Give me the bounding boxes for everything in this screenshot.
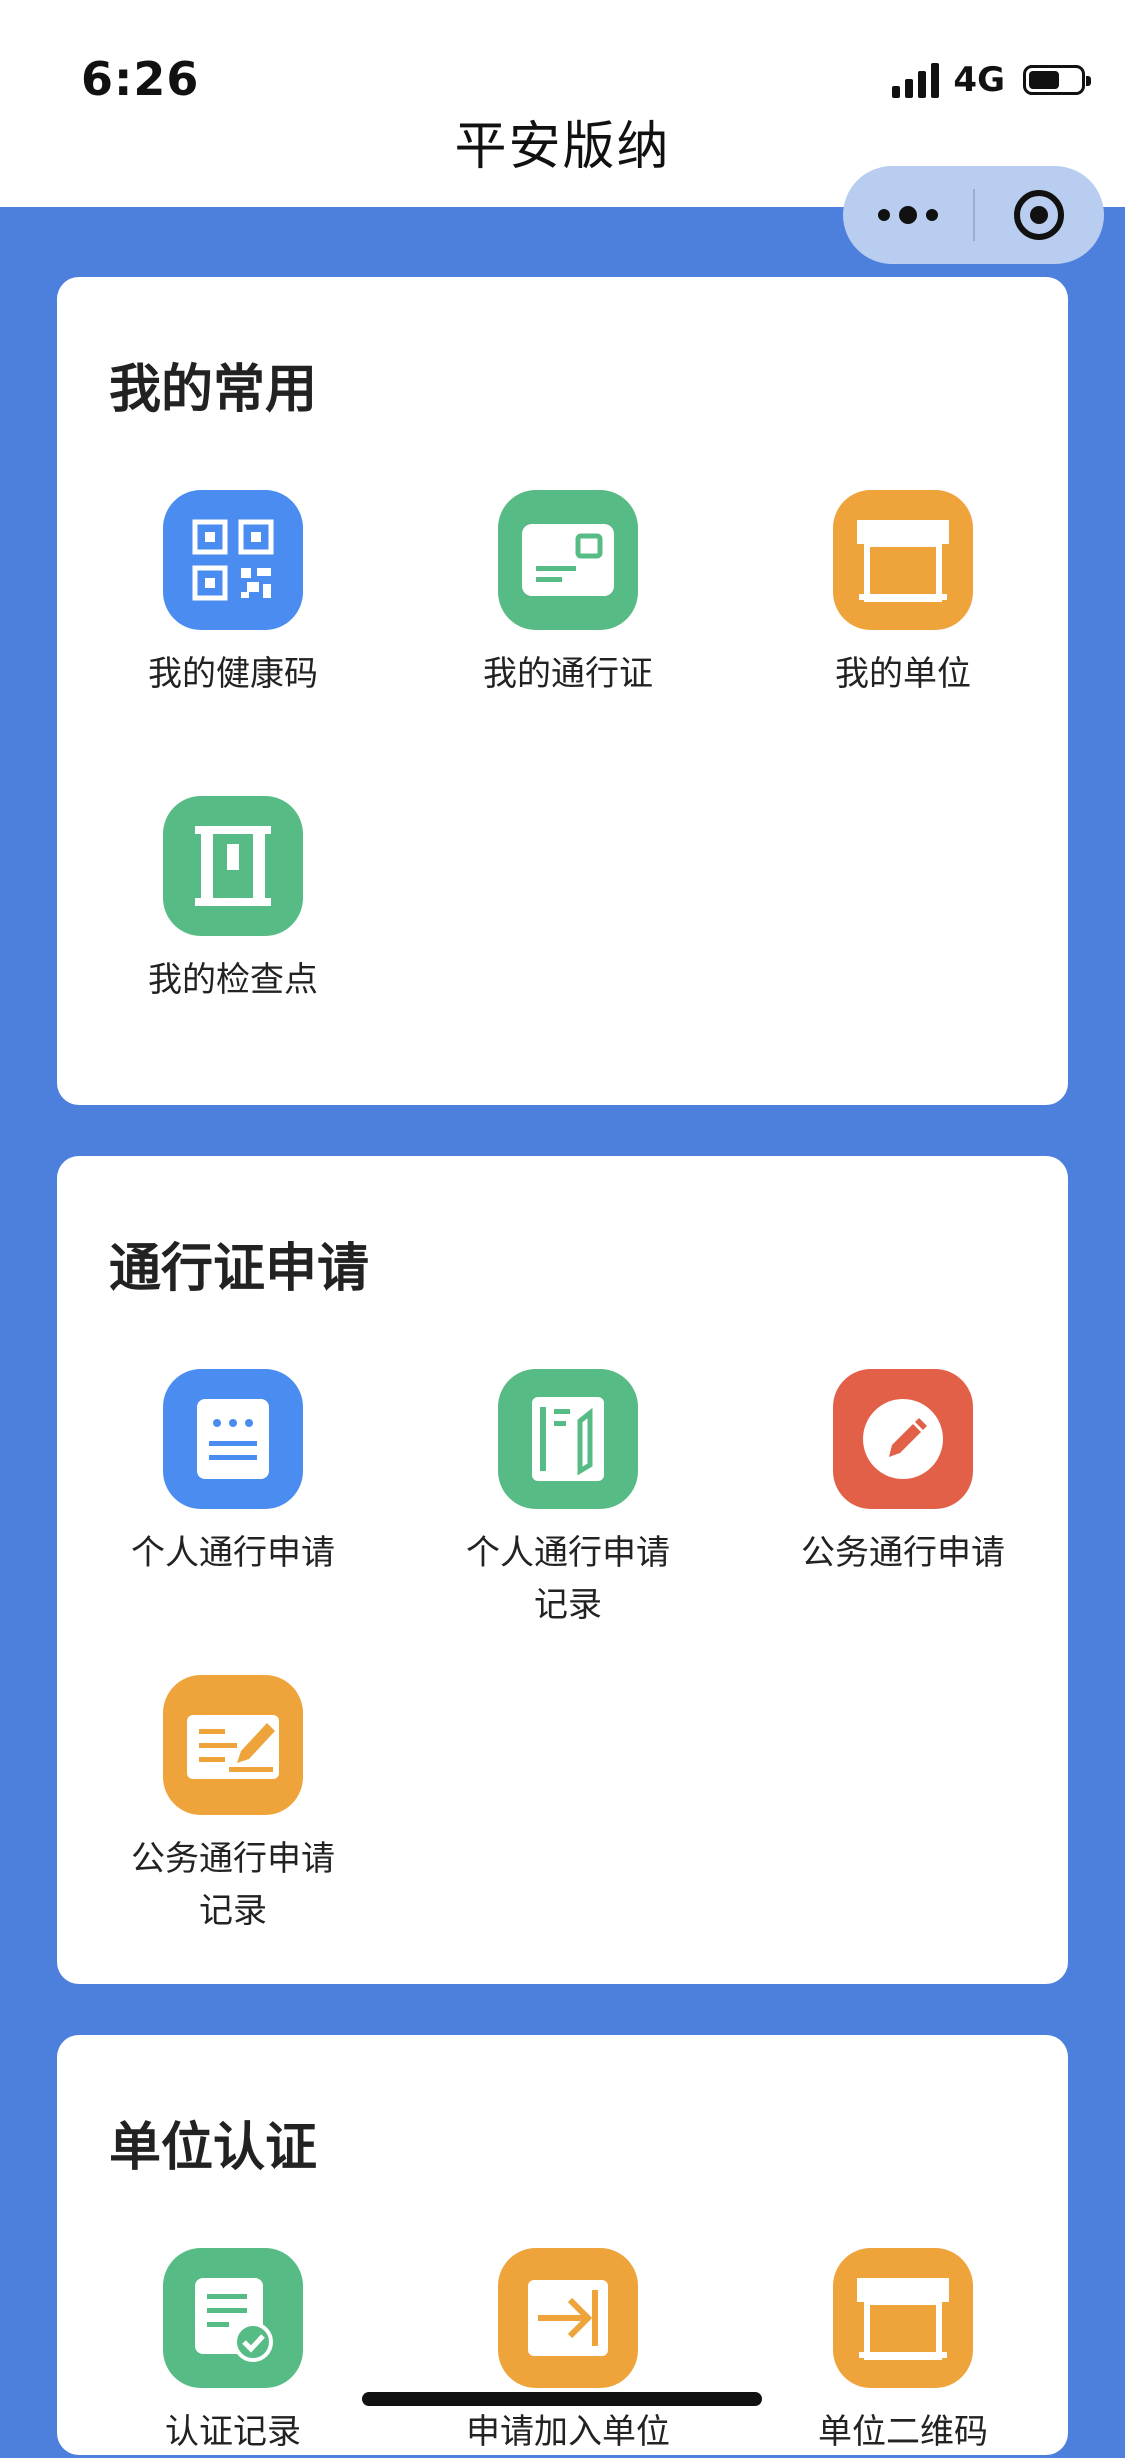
section-title: 通行证申请 xyxy=(109,1239,370,1299)
home-indicator xyxy=(362,2392,762,2406)
item-apply-join-unit[interactable]: 申请加入单位 xyxy=(418,2248,718,2458)
status-time: 6:26 xyxy=(81,52,200,106)
verified-record-icon xyxy=(163,2248,303,2388)
item-unit-qr-code[interactable]: 单位二维码 xyxy=(753,2248,1053,2458)
more-options-button[interactable] xyxy=(843,166,973,264)
item-my-unit[interactable]: 我的单位 xyxy=(753,490,1053,700)
section-card-pass-application: 通行证申请 个人通行申请 个人通行申请 记录 公务通行申请 公务通行申请 记录 xyxy=(57,1156,1068,1984)
item-personal-application-records[interactable]: 个人通行申请 记录 xyxy=(418,1369,718,1631)
item-official-application[interactable]: 公务通行申请 xyxy=(753,1369,1053,1579)
pencil-icon xyxy=(833,1369,973,1509)
item-label: 公务通行申请 xyxy=(801,1533,1005,1573)
item-certification-records[interactable]: 认证记录 xyxy=(83,2248,383,2458)
item-official-application-records[interactable]: 公务通行申请 记录 xyxy=(83,1675,383,1937)
pass-card-icon xyxy=(498,490,638,630)
document-icon xyxy=(163,1369,303,1509)
section-title: 单位认证 xyxy=(109,2118,318,2178)
status-indicators: 4G xyxy=(892,60,1091,100)
item-health-code[interactable]: 我的健康码 xyxy=(83,490,383,700)
item-label: 个人通行申请 xyxy=(131,1533,335,1573)
item-label: 公务通行申请 记录 xyxy=(131,1839,335,1931)
qr-code-icon xyxy=(163,490,303,630)
item-label: 申请加入单位 xyxy=(466,2412,670,2452)
section-card-common: 我的常用 我的健康码 我的通行证 我的单位 我的检查点 xyxy=(57,277,1068,1105)
battery-icon xyxy=(1023,65,1091,95)
item-my-checkpoint[interactable]: 我的检查点 xyxy=(83,796,383,1006)
notebook-pen-icon xyxy=(498,1369,638,1509)
close-mini-program-button[interactable] xyxy=(975,166,1105,264)
section-title: 我的常用 xyxy=(109,360,318,420)
item-label: 我的检查点 xyxy=(148,960,318,1000)
signal-icon xyxy=(892,62,940,98)
mini-program-capsule xyxy=(843,166,1104,264)
item-label: 我的健康码 xyxy=(148,654,318,694)
checkpoint-gate-icon xyxy=(163,796,303,936)
item-personal-application[interactable]: 个人通行申请 xyxy=(83,1369,383,1579)
writing-board-icon xyxy=(163,1675,303,1815)
item-my-pass[interactable]: 我的通行证 xyxy=(418,490,718,700)
storefront-icon xyxy=(833,2248,973,2388)
item-label: 我的通行证 xyxy=(483,654,653,694)
item-label: 个人通行申请 记录 xyxy=(466,1533,670,1625)
storefront-icon xyxy=(833,490,973,630)
join-arrow-icon xyxy=(498,2248,638,2388)
target-icon xyxy=(1014,190,1065,240)
item-label: 我的单位 xyxy=(835,654,971,694)
item-label: 认证记录 xyxy=(165,2412,301,2452)
network-type: 4G xyxy=(953,60,1005,100)
item-label: 单位二维码 xyxy=(818,2412,988,2452)
